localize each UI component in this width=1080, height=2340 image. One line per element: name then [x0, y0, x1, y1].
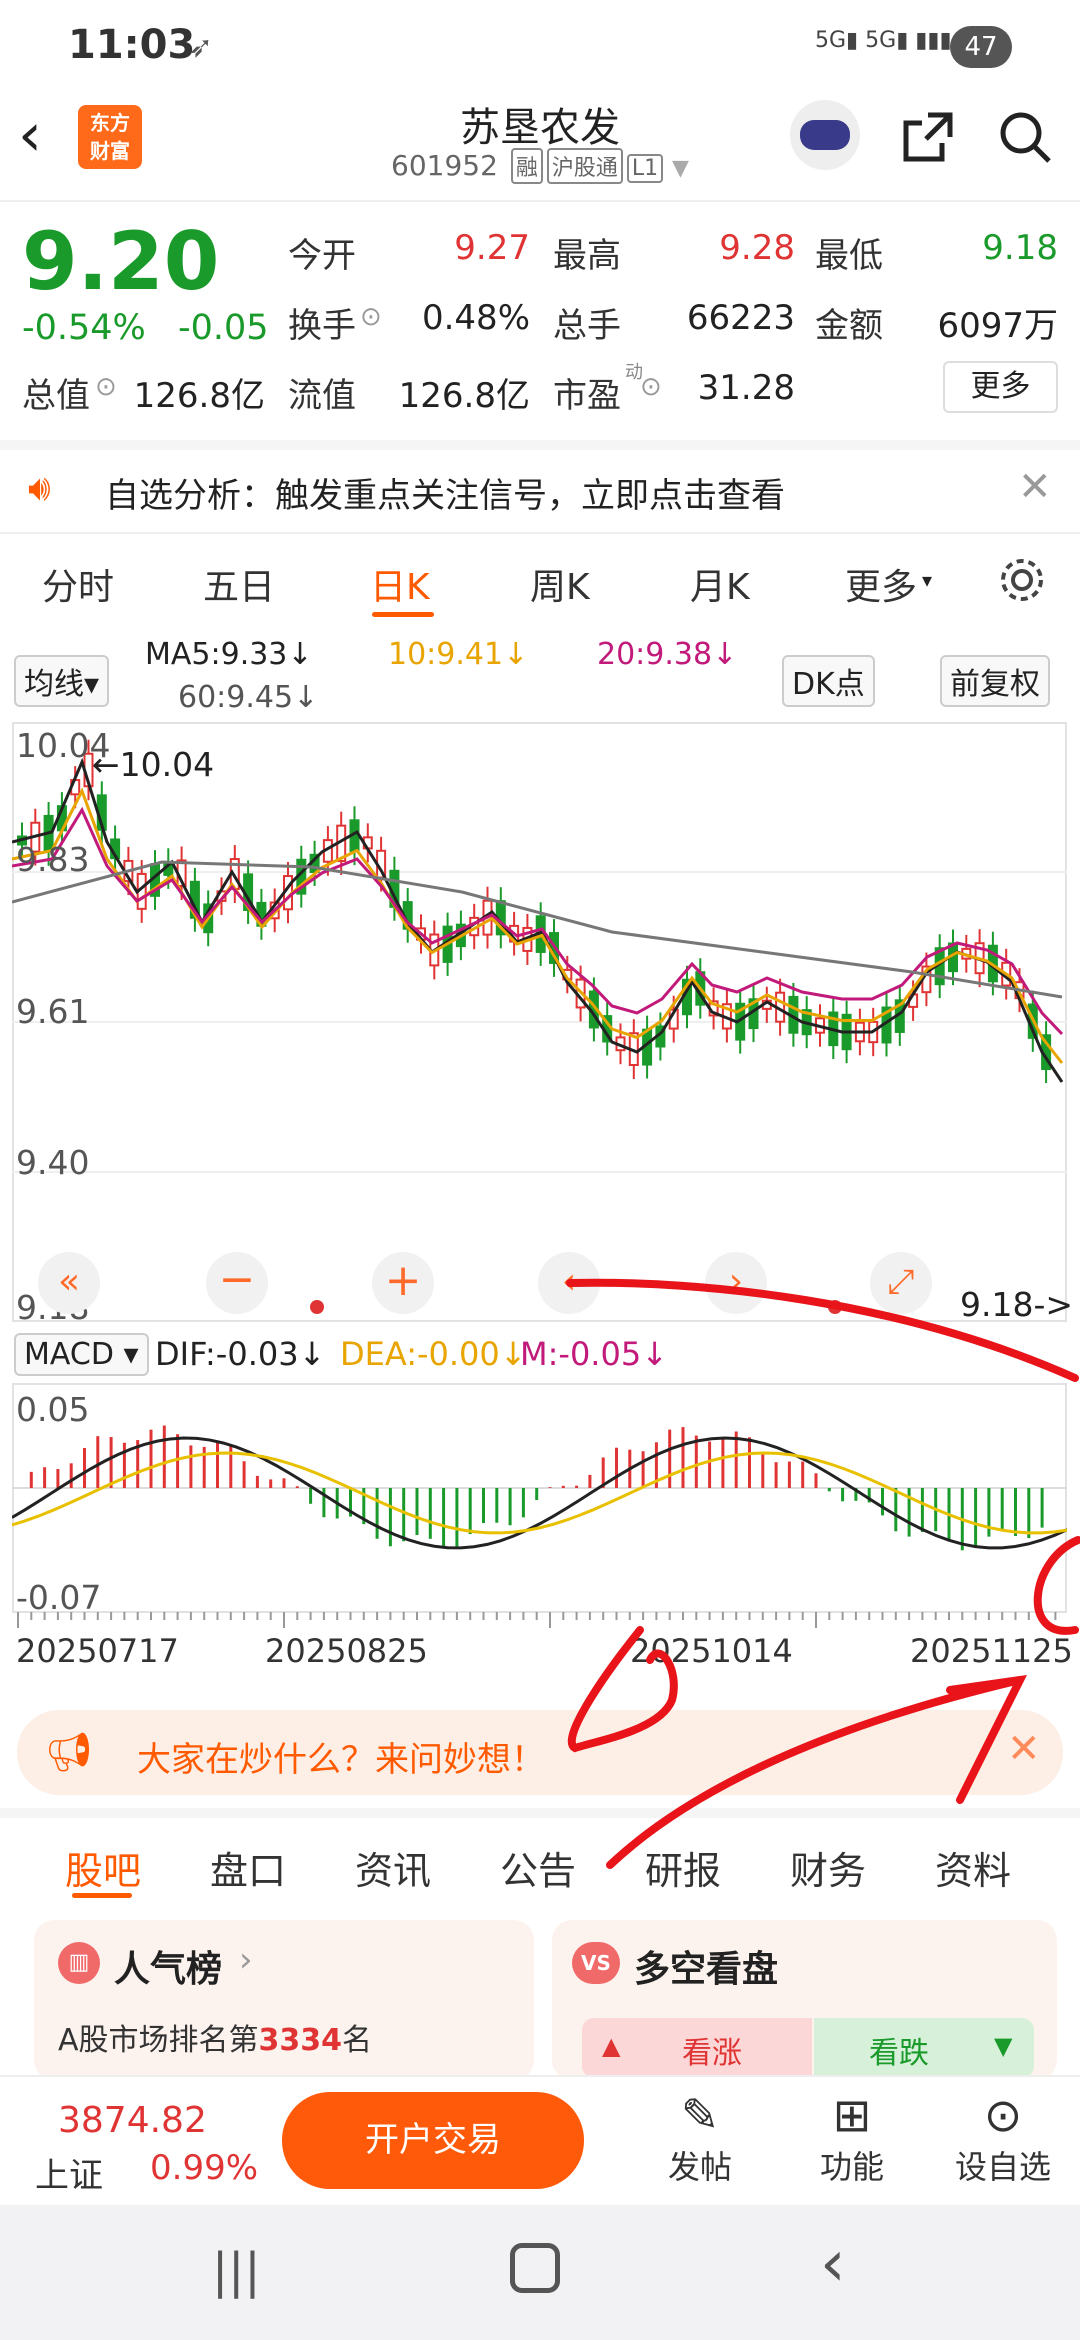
handwriting-annotation — [566, 1278, 1080, 1869]
